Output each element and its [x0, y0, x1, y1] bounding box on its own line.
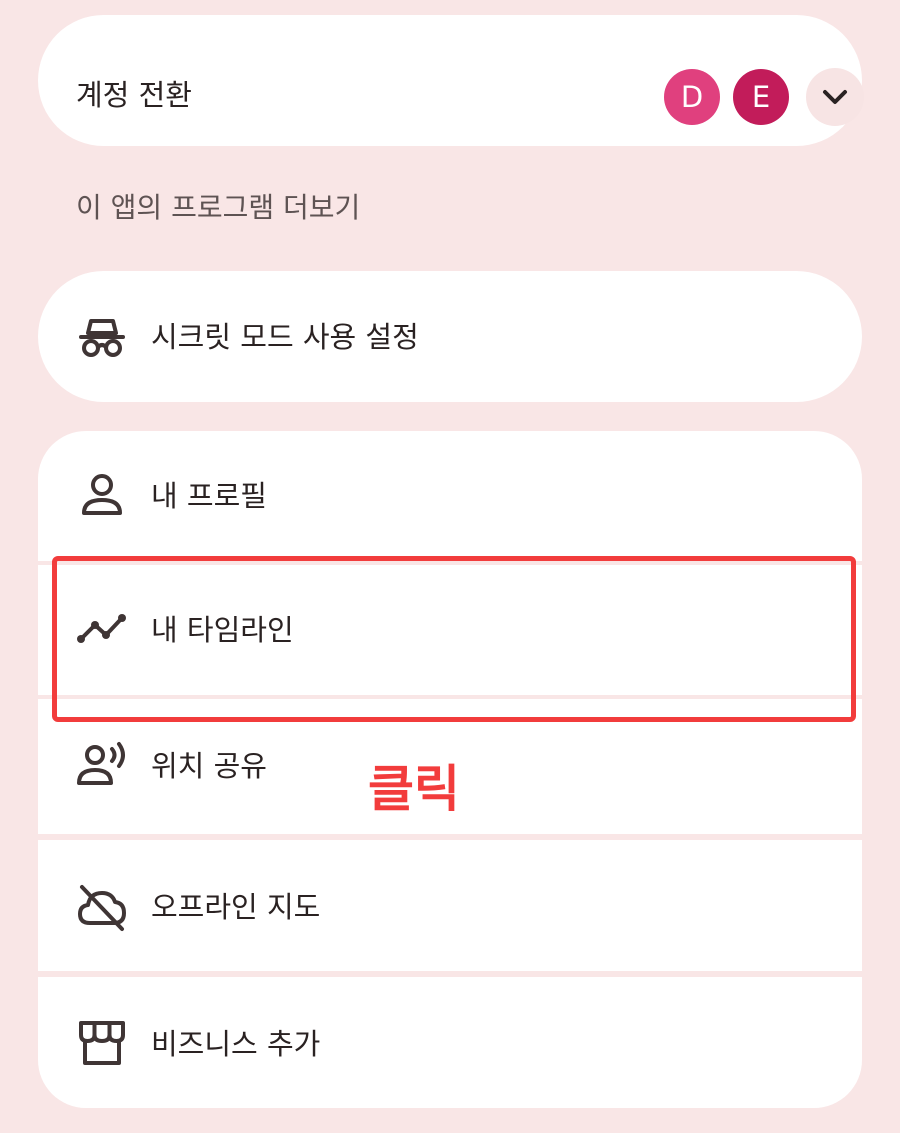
click-annotation: 클릭	[368, 760, 460, 818]
expand-accounts-button[interactable]	[806, 68, 864, 126]
storefront-icon	[76, 1017, 128, 1069]
menu-item-add-business[interactable]: 비즈니스 추가	[38, 977, 862, 1108]
highlight-box	[52, 556, 856, 722]
menu-item-label: 오프라인 지도	[151, 890, 321, 924]
avatar-d[interactable]: D	[664, 69, 720, 125]
menu-item-label: 위치 공유	[151, 749, 267, 783]
avatar-e-initial: E	[751, 80, 771, 114]
menu-item-my-profile[interactable]: 내 프로필	[38, 431, 862, 561]
menu-item-offline-maps[interactable]: 오프라인 지도	[38, 840, 862, 971]
person-icon	[76, 469, 128, 521]
account-switcher-title: 계정 전환	[76, 78, 192, 112]
avatar-e[interactable]: E	[733, 69, 789, 125]
account-switcher-card[interactable]: 계정 전환 D E	[38, 15, 864, 146]
menu-item-label: 비즈니스 추가	[151, 1027, 321, 1061]
section-label: 이 앱의 프로그램 더보기	[76, 191, 361, 224]
avatar-d-initial: D	[680, 80, 704, 114]
chevron-down-icon	[821, 87, 849, 107]
incognito-label: 시크릿 모드 사용 설정	[151, 320, 419, 354]
incognito-mode-button[interactable]: 시크릿 모드 사용 설정	[38, 271, 862, 402]
offline-map-icon	[76, 881, 128, 933]
menu-item-label: 내 프로필	[151, 479, 267, 513]
incognito-icon	[76, 310, 128, 362]
location-sharing-icon	[76, 739, 128, 791]
